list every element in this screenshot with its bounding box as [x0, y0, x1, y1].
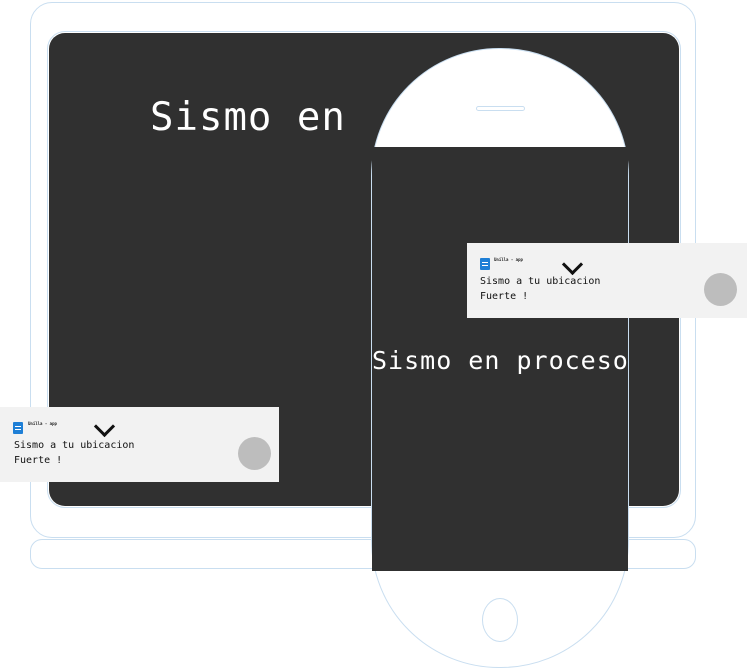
- notification-toggle-button[interactable]: [238, 437, 271, 470]
- notification-toggle-button[interactable]: [704, 273, 737, 306]
- notification-subtitle: Fuerte !: [480, 291, 529, 302]
- phone-speaker: [476, 106, 525, 111]
- phone-notification[interactable]: Unilla - app Sismo a tu ubicacion Fuerte…: [467, 243, 747, 318]
- chevron-down-icon[interactable]: [93, 415, 116, 438]
- document-icon: [13, 422, 23, 434]
- document-icon: [480, 258, 490, 270]
- notification-subtitle: Fuerte !: [14, 455, 63, 466]
- laptop-notification[interactable]: Unilla - app Sismo a tu ubicacion Fuerte…: [0, 407, 279, 482]
- notification-title: Sismo a tu ubicacion: [480, 276, 601, 287]
- phone-home-button[interactable]: [482, 598, 518, 642]
- phone-headline: Sismo en proceso: [372, 346, 629, 375]
- notification-app-name: Unilla - app: [28, 421, 57, 426]
- chevron-down-icon[interactable]: [561, 253, 584, 276]
- laptop-headline: Sismo en: [150, 95, 346, 140]
- notification-app-name: Unilla - app: [494, 257, 523, 262]
- notification-title: Sismo a tu ubicacion: [14, 440, 135, 451]
